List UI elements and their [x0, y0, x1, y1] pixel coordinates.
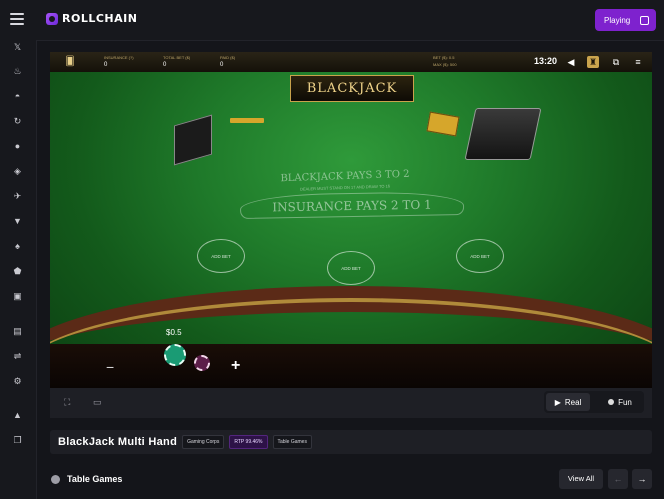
sidebar: 𝕏 ♨ ◓ ↻ ● ◈ ✈ ▼ ♠ ⬟ ▣ ▤ ⇌ ⚙ ▲ ❐ — [0, 40, 37, 499]
cards-icon[interactable]: 🂠 — [64, 55, 76, 67]
rtp-tag: RTP 99.46% — [229, 435, 268, 449]
fun-label: Fun — [618, 397, 632, 407]
insurance-stat: INSURANCE (?) 0 — [104, 55, 134, 68]
logo[interactable]: ROLLCHAIN — [46, 12, 137, 25]
blackjack-logo: BLACKJACK — [290, 75, 414, 102]
section-icon — [51, 475, 60, 484]
prev-arrow-button[interactable]: ← — [608, 469, 628, 489]
real-label: Real — [564, 397, 582, 407]
paid-value: 0 — [220, 62, 224, 68]
x-icon[interactable]: 𝕏 — [12, 42, 23, 53]
bet-spot-1[interactable]: ADD BET — [197, 239, 245, 273]
max-limit-label: MAX ($): 500 — [433, 62, 457, 67]
discard-tray — [464, 108, 542, 160]
link-icon[interactable]: ⇌ — [12, 351, 23, 362]
bet-limits: BET ($): 0.5 MAX ($): 500 — [433, 55, 457, 67]
chip-value: $0.5 — [166, 328, 182, 337]
bet-limit-label: BET ($): 0.5 — [433, 55, 455, 60]
card-shoe — [174, 114, 212, 166]
game-hud: 🂠 INSURANCE (?) 0 TOTAL BET ($) 0 PAID (… — [50, 52, 652, 73]
badge-icon[interactable]: ⬟ — [12, 266, 23, 277]
copy-icon[interactable]: ❐ — [12, 435, 23, 446]
chip-option[interactable] — [194, 355, 210, 371]
gear-icon[interactable]: ⚙ — [12, 376, 23, 387]
thumbs-up-icon[interactable]: ▲ — [12, 410, 23, 421]
category-tag[interactable]: Table Games — [272, 435, 312, 449]
insurance-value: 0 — [104, 62, 108, 68]
increase-bet-button[interactable]: + — [231, 358, 240, 374]
cut-card — [426, 111, 460, 137]
card-tray — [230, 118, 264, 123]
table-games-section: Table Games View All ← → — [50, 468, 652, 492]
logo-mark-icon — [46, 12, 58, 25]
rule-dealer: DEALER MUST STAND ON 17 AND DRAW TO 16 — [299, 183, 391, 192]
history-icon[interactable]: ⧉ — [610, 56, 622, 68]
playing-label: Playing — [604, 15, 631, 25]
sound-icon[interactable]: ◀ — [565, 56, 577, 68]
rule-insurance: INSURANCE PAYS 2 TO 1 — [239, 191, 465, 219]
fun-dot-icon — [608, 399, 615, 405]
table-felt: BLACKJACK BLACKJACK PAYS 3 TO 2 DEALER M… — [50, 72, 652, 388]
game-menu-icon[interactable]: ≡ — [632, 56, 644, 68]
plane-icon[interactable]: ✈ — [12, 191, 23, 202]
award-icon[interactable]: ▼ — [12, 216, 23, 227]
top-bar: ROLLCHAIN Playing — [0, 0, 664, 41]
next-arrow-button[interactable]: → — [632, 469, 652, 489]
gamepad-icon[interactable]: ▣ — [12, 291, 23, 302]
playing-button[interactable]: Playing — [595, 9, 656, 31]
flame-icon[interactable]: ♨ — [12, 66, 23, 77]
menu-icon[interactable] — [10, 13, 24, 25]
game-info-bar: BlackJack Multi Hand Gaming Corps RTP 99… — [50, 430, 652, 454]
provider-tag[interactable]: Gaming Corps — [182, 435, 225, 449]
decrease-bet-button[interactable]: − — [106, 360, 114, 374]
shield-icon[interactable]: ◈ — [12, 166, 23, 177]
coin-icon[interactable]: ● — [12, 141, 23, 152]
refresh-icon[interactable]: ↻ — [12, 116, 23, 127]
section-title: Table Games — [67, 474, 123, 484]
fire-icon[interactable]: ♠ — [12, 241, 23, 252]
theater-mode-icon[interactable]: ▭ — [93, 397, 102, 408]
bet-spot-2[interactable]: ADD BET — [327, 251, 375, 285]
fun-mode-button[interactable]: Fun — [600, 393, 640, 411]
mode-switch: ▶ Real Fun — [544, 391, 644, 413]
gift-icon[interactable]: ▤ — [12, 326, 23, 337]
chip-selected[interactable] — [164, 344, 186, 366]
total-bet-label: TOTAL BET ($) — [163, 55, 191, 60]
game-title: BlackJack Multi Hand — [58, 436, 178, 448]
chip-tray — [50, 344, 652, 388]
real-mode-button[interactable]: ▶ Real — [546, 393, 590, 411]
paid-stat: PAID ($) 0 — [220, 55, 235, 68]
game-frame[interactable]: 🂠 INSURANCE (?) 0 TOTAL BET ($) 0 PAID (… — [50, 52, 652, 388]
paid-label: PAID ($) — [220, 55, 236, 60]
window-icon — [640, 15, 650, 25]
controller-icon[interactable]: ◓ — [12, 91, 23, 102]
brand-name: ROLLCHAIN — [62, 12, 138, 25]
clock: 13:20 — [534, 56, 558, 66]
total-bet-value: 0 — [163, 62, 167, 68]
fullscreen-icon[interactable]: ⛶ — [64, 397, 70, 408]
insurance-label: INSURANCE (?) — [104, 55, 134, 60]
play-icon: ▶ — [554, 397, 561, 407]
total-bet-stat: TOTAL BET ($) 0 — [163, 55, 190, 68]
bet-spot-3[interactable]: ADD BET — [456, 239, 504, 273]
lobby-icon[interactable]: ♜ — [587, 56, 599, 68]
view-all-button[interactable]: View All — [559, 469, 603, 489]
